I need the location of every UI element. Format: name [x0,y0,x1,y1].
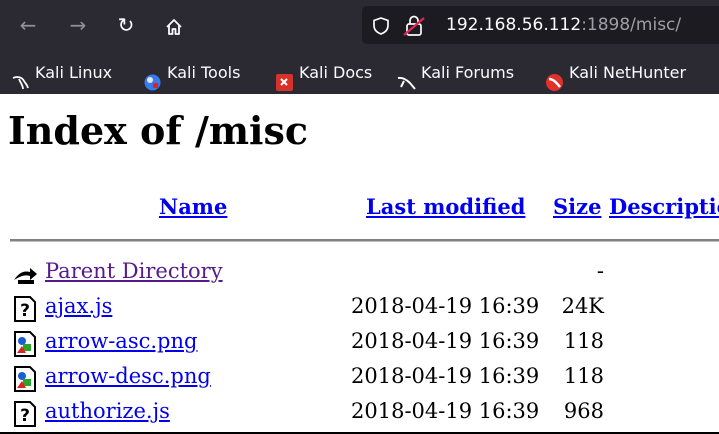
row-link[interactable]: Parent Directory [45,259,223,283]
bookmark-label: Kali Tools [167,63,241,82]
bookmark-kali-linux[interactable]: Kali Linux [11,50,112,94]
home-icon[interactable] [160,11,188,39]
row-date: 2018-04-19 16:39 [351,294,540,318]
image-file-icon [12,366,38,392]
row-link[interactable]: ajax.js [45,294,112,318]
svg-text:?: ? [20,301,30,321]
kali-nethunter-icon [545,64,564,91]
page-content: Index of /misc Name Last modified Size D… [0,94,719,434]
row-date: 2018-04-19 16:39 [351,364,540,388]
page-title: Index of /misc [8,108,309,153]
column-header-last-modified[interactable]: Last modified [366,194,525,219]
back-folder-icon [12,261,38,287]
header-divider [10,239,719,242]
table-row: arrow-desc.png 2018-04-19 16:39 118 [0,363,719,397]
row-size: 24K [561,294,604,318]
browser-toolbar: ← → ↻ 192.168.56.112:1898/misc/ [0,0,719,50]
url-path: :1898/misc/ [581,15,682,35]
table-row: ? authorize.js 2018-04-19 16:39 968 [0,398,719,432]
forward-arrow-icon[interactable]: → [64,11,92,39]
kali-dragon-icon [11,64,30,90]
column-header-name[interactable]: Name [159,194,227,219]
table-row: Parent Directory - [0,258,719,292]
row-link[interactable]: arrow-asc.png [45,329,197,353]
bookmark-label: Kali Linux [35,63,113,82]
unknown-file-icon: ? [12,401,38,427]
bookmark-kali-docs[interactable]: Kali Docs [275,50,372,94]
row-size: 118 [563,329,604,353]
row-size: 118 [563,364,604,388]
bookmark-kali-nethunter[interactable]: Kali NetHunter [545,50,686,94]
bookmark-label: Kali NetHunter [569,63,687,82]
image-file-icon [12,331,38,357]
row-date: 2018-04-19 16:39 [351,329,540,353]
unknown-file-icon: ? [12,296,38,322]
shield-icon[interactable] [372,6,390,44]
column-header-description[interactable]: Description [609,194,719,219]
bookmark-label: Kali Docs [299,63,373,82]
bookmark-label: Kali Forums [421,63,515,82]
row-date: 2018-04-19 16:39 [351,399,540,423]
column-header-size[interactable]: Size [553,194,601,219]
url-bar[interactable]: 192.168.56.112:1898/misc/ [362,6,719,44]
table-row: ? ajax.js 2018-04-19 16:39 24K [0,293,719,327]
row-size: 968 [563,399,604,423]
bookmarks-toolbar: Kali Linux Kali Tools Kali Docs Kali For… [0,50,719,94]
row-size: - [596,259,604,283]
row-link[interactable]: arrow-desc.png [45,364,211,388]
insecure-lock-icon[interactable] [402,6,428,44]
table-row: arrow-asc.png 2018-04-19 16:39 118 [0,328,719,362]
kali-tools-icon [143,64,162,91]
url-host: 192.168.56.112 [446,15,582,35]
svg-text:?: ? [20,406,30,426]
bookmark-kali-forums[interactable]: Kali Forums [397,50,514,94]
kali-forums-icon [397,64,416,90]
reload-icon[interactable]: ↻ [112,11,140,39]
row-link[interactable]: authorize.js [45,399,170,423]
kali-docs-icon [275,64,294,91]
url-text[interactable]: 192.168.56.112:1898/misc/ [446,6,681,44]
bookmark-kali-tools[interactable]: Kali Tools [143,50,240,94]
back-arrow-icon[interactable]: ← [14,11,42,39]
